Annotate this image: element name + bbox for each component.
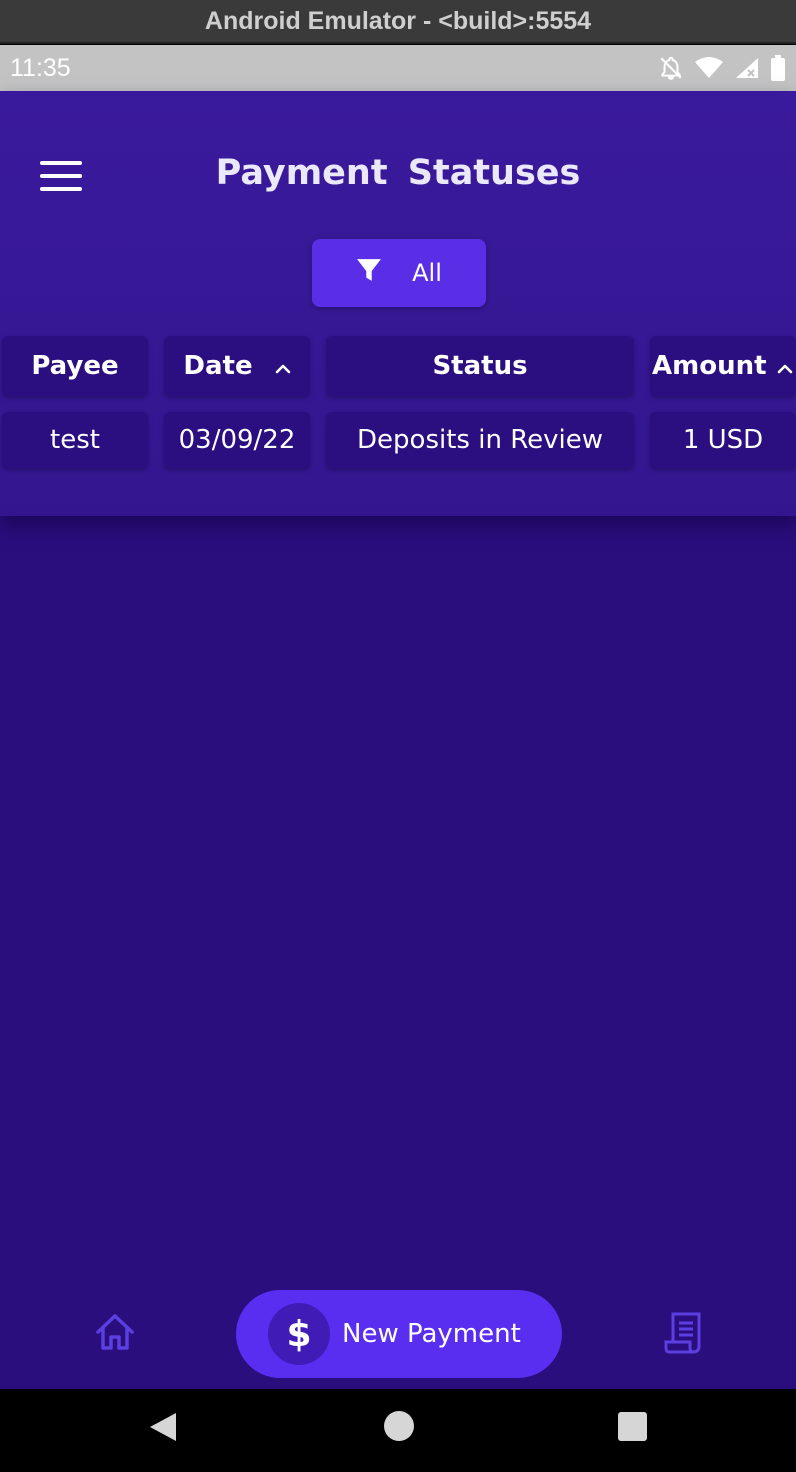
status-icons bbox=[658, 55, 786, 81]
filter-icon bbox=[356, 257, 382, 289]
battery-icon bbox=[770, 55, 786, 81]
receipt-icon[interactable] bbox=[664, 1312, 702, 1354]
filter-button[interactable]: All bbox=[312, 239, 486, 307]
notifications-off-icon bbox=[658, 55, 684, 81]
filter-label: All bbox=[412, 259, 442, 287]
cell-text: 1 USD bbox=[682, 425, 764, 455]
new-payment-button[interactable]: $ New Payment bbox=[236, 1290, 562, 1378]
emulator-title: Android Emulator - <build>:5554 bbox=[204, 6, 592, 35]
column-header-status[interactable]: Status bbox=[326, 336, 634, 396]
status-time: 11:35 bbox=[10, 53, 71, 82]
page-title: Payment Statuses bbox=[215, 153, 581, 193]
emulator-title-bar: Android Emulator - <build>:5554 bbox=[0, 0, 796, 44]
cell-signal-icon bbox=[734, 56, 760, 80]
column-label: Status bbox=[432, 351, 528, 381]
cell-text: 03/09/22 bbox=[178, 425, 296, 455]
app-screen: Payment Statuses All Payee Date Status A… bbox=[0, 91, 796, 1389]
header-panel: Payment Statuses All Payee Date Status A… bbox=[0, 91, 796, 516]
back-icon[interactable] bbox=[148, 1411, 178, 1447]
column-header-date[interactable]: Date bbox=[164, 336, 310, 396]
sort-ascending-icon[interactable] bbox=[777, 351, 793, 381]
column-header-payee[interactable]: Payee bbox=[2, 336, 148, 396]
column-label: Date bbox=[183, 351, 253, 381]
wifi-icon bbox=[694, 56, 724, 80]
table-cell-amount[interactable]: 1 USD bbox=[650, 412, 796, 468]
dollar-icon: $ bbox=[268, 1303, 330, 1365]
column-label: Amount bbox=[652, 351, 767, 381]
new-payment-label: New Payment bbox=[342, 1319, 521, 1349]
cell-text: test bbox=[50, 425, 100, 455]
table-cell-payee[interactable]: test bbox=[2, 412, 148, 468]
home-icon[interactable] bbox=[94, 1312, 136, 1352]
column-label: Payee bbox=[31, 351, 119, 381]
cell-text: Deposits in Review bbox=[357, 425, 603, 455]
table-cell-date[interactable]: 03/09/22 bbox=[164, 412, 310, 468]
column-header-amount[interactable]: Amount bbox=[650, 336, 796, 396]
table-cell-status[interactable]: Deposits in Review bbox=[326, 412, 634, 468]
home-circle-icon[interactable] bbox=[384, 1411, 414, 1441]
status-bar: 11:35 bbox=[0, 45, 796, 91]
recent-apps-icon[interactable] bbox=[618, 1412, 647, 1441]
sort-ascending-icon[interactable] bbox=[275, 351, 291, 381]
bottom-navigation: $ New Payment bbox=[0, 1290, 796, 1389]
system-navigation-bar bbox=[0, 1389, 796, 1472]
